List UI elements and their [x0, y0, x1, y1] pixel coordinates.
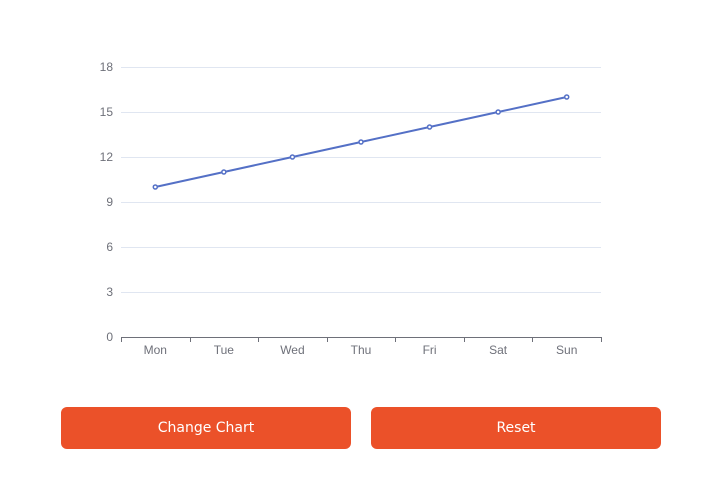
data-point[interactable]: [495, 109, 501, 115]
x-tick-label: Mon: [144, 343, 167, 357]
line-chart: 0 3 6 9 12 15 18 Mon Tue Wed Thu Fri Sat Sun: [100, 60, 602, 357]
reset-button[interactable]: Reset: [371, 407, 661, 449]
y-tick-label: 3: [106, 285, 113, 299]
y-tick-label: 18: [100, 60, 114, 74]
data-point[interactable]: [152, 184, 159, 190]
data-point[interactable]: [426, 124, 433, 130]
y-tick-label: 15: [100, 105, 114, 119]
y-tick-label: 6: [106, 240, 113, 254]
x-tick-label: Thu: [351, 343, 372, 357]
data-point[interactable]: [563, 94, 570, 100]
grid-lines: [121, 67, 601, 293]
x-tick-label: Sun: [556, 343, 577, 357]
series-layer: [152, 94, 570, 190]
y-tick-label: 0: [106, 330, 113, 344]
data-point[interactable]: [358, 139, 364, 145]
y-axis: 0 3 6 9 12 15 18: [100, 60, 114, 344]
x-tick-label: Wed: [280, 343, 304, 357]
change-chart-button[interactable]: Change Chart: [61, 407, 351, 449]
y-tick-label: 9: [106, 195, 113, 209]
data-point[interactable]: [289, 154, 296, 160]
data-point[interactable]: [221, 169, 227, 175]
x-tick-label: Fri: [423, 343, 437, 357]
x-axis: Mon Tue Wed Thu Fri Sat Sun: [121, 337, 602, 357]
y-tick-label: 12: [100, 150, 114, 164]
x-tick-label: Sat: [489, 343, 508, 357]
x-tick-label: Tue: [214, 343, 235, 357]
